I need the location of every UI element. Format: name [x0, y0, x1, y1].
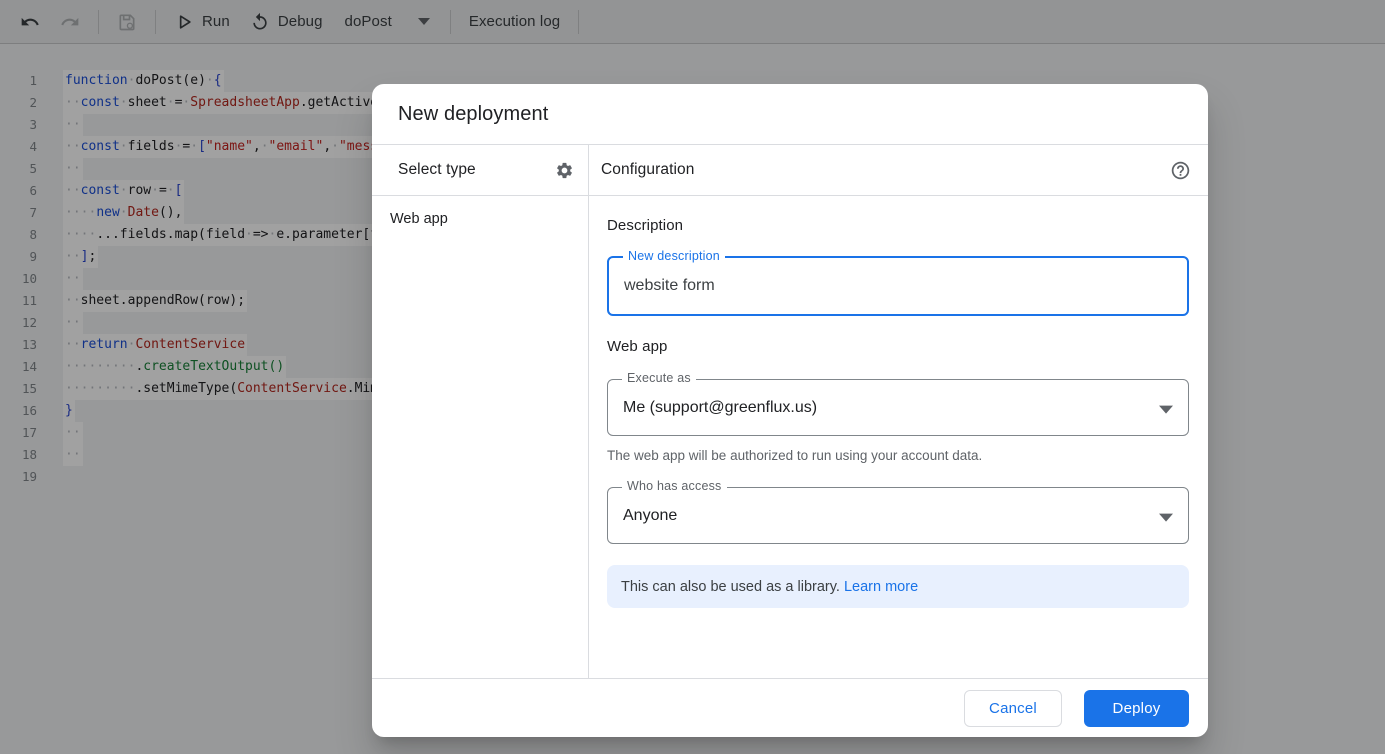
help-icon[interactable]	[1170, 160, 1191, 181]
cancel-button[interactable]: Cancel	[964, 690, 1062, 727]
deployment-type-web-app[interactable]: Web app	[372, 196, 588, 242]
select-type-panel: Select type Web app	[372, 145, 589, 678]
execute-as-value: Me (support@greenflux.us)	[623, 399, 817, 417]
web-app-section-heading: Web app	[607, 338, 1189, 355]
who-has-access-select[interactable]: Who has access Anyone	[607, 487, 1189, 544]
learn-more-link[interactable]: Learn more	[844, 579, 918, 595]
dropdown-caret-icon	[1159, 405, 1173, 413]
description-section-heading: Description	[607, 217, 1189, 234]
execute-as-select[interactable]: Execute as Me (support@greenflux.us)	[607, 379, 1189, 436]
description-field: New description website form	[607, 256, 1189, 316]
description-field-label: New description	[623, 249, 725, 263]
library-info-text: This can also be used as a library.	[621, 579, 844, 595]
gear-icon[interactable]	[555, 161, 574, 180]
dialog-title: New deployment	[398, 103, 548, 126]
deploy-button[interactable]: Deploy	[1084, 690, 1189, 727]
new-deployment-dialog: New deployment Select type Web app Confi…	[372, 84, 1208, 737]
app-window: Run Debug doPost Execution log 1function…	[0, 0, 1385, 754]
description-input[interactable]: website form	[624, 277, 715, 295]
dialog-header: New deployment	[372, 84, 1208, 145]
execute-as-helper-text: The web app will be authorized to run us…	[607, 448, 1189, 463]
configuration-panel: Configuration Description New descriptio…	[589, 145, 1208, 678]
library-info-banner: This can also be used as a library. Lear…	[607, 565, 1189, 608]
select-type-header: Select type	[372, 145, 588, 196]
who-has-access-label: Who has access	[622, 479, 727, 493]
dialog-body: Select type Web app Configuration Descri…	[372, 145, 1208, 678]
who-has-access-value: Anyone	[623, 507, 677, 525]
execute-as-label: Execute as	[622, 371, 696, 385]
dropdown-caret-icon	[1159, 513, 1173, 521]
configuration-header: Configuration	[589, 145, 1208, 196]
select-type-label: Select type	[398, 161, 476, 179]
dialog-footer: Cancel Deploy	[372, 678, 1208, 737]
configuration-label: Configuration	[601, 161, 695, 179]
configuration-form: Description New description website form…	[589, 196, 1208, 608]
